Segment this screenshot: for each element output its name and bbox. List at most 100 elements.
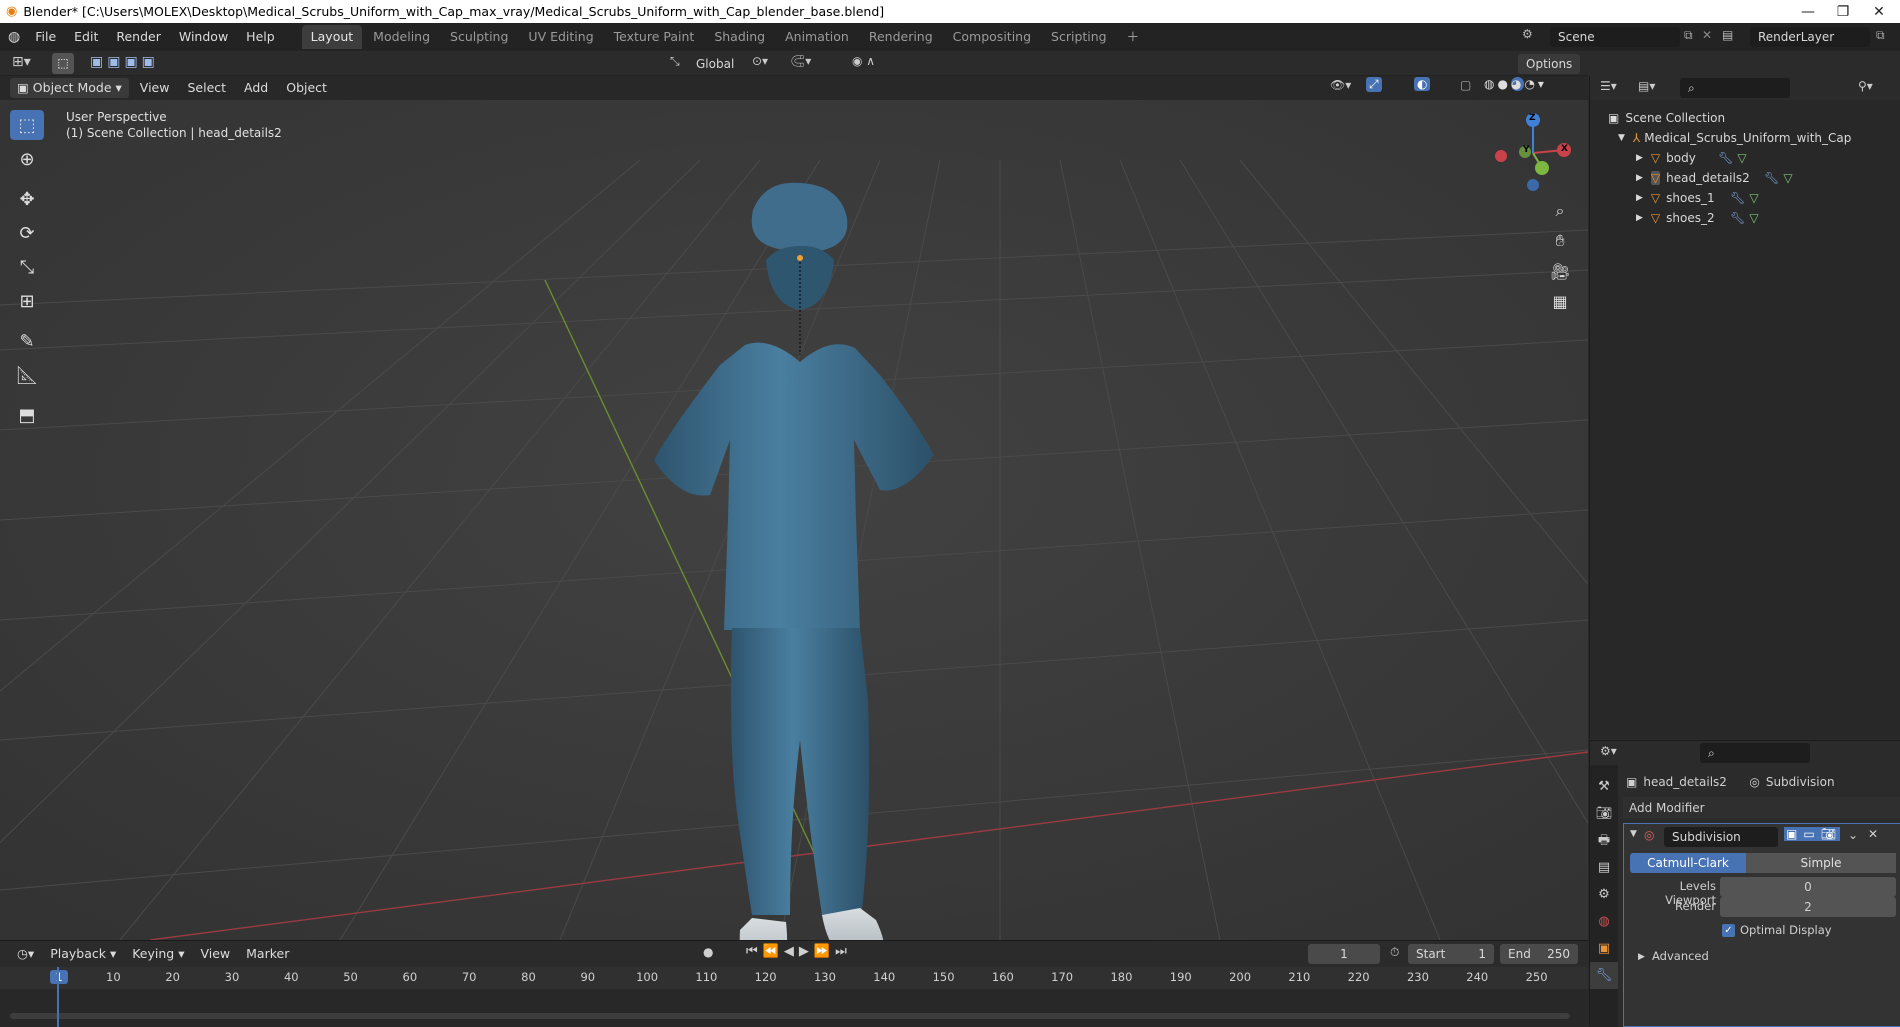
modifier-dropdown-icon[interactable]: ⌄ — [1848, 828, 1858, 842]
tab-scripting[interactable]: Scripting — [1042, 25, 1116, 49]
camera-icon[interactable]: 🎥︎ — [1547, 258, 1573, 284]
menu-window[interactable]: Window — [170, 26, 237, 48]
zoom-icon[interactable]: ⌕ — [1547, 198, 1573, 224]
menu-file[interactable]: File — [26, 26, 65, 48]
menu-edit[interactable]: Edit — [65, 26, 107, 48]
end-frame-field[interactable]: End 250 — [1500, 944, 1578, 964]
transform-orientation-dropdown[interactable]: Global — [688, 54, 744, 74]
proportional-edit-icon[interactable]: ◉ ∧ — [852, 54, 875, 68]
outliner-collection[interactable]: ▼ ⅄ Medical_Scrubs_Uniform_with_Cap — [1590, 128, 1900, 148]
3d-viewport[interactable]: User Perspective (1) Scene Collection | … — [0, 100, 1588, 940]
view-layer-tab-icon[interactable]: ▤ — [1590, 854, 1618, 881]
tab-texture-paint[interactable]: Texture Paint — [605, 25, 704, 49]
optimal-display-checkbox[interactable]: ✓ — [1722, 924, 1735, 937]
render-layer-selector[interactable]: RenderLayer — [1750, 27, 1870, 47]
add-workspace-icon[interactable]: ＋ — [1118, 25, 1149, 49]
rotate-tool-icon[interactable]: ⟳ — [10, 218, 44, 248]
overlay-toggle-icon[interactable]: ◐ — [1414, 77, 1431, 91]
properties-search[interactable]: ⌕ — [1700, 743, 1810, 763]
tab-rendering[interactable]: Rendering — [860, 25, 942, 49]
pivot-icon[interactable]: ⊙▾ — [752, 54, 768, 68]
annotate-tool-icon[interactable]: ✎ — [10, 326, 44, 356]
properties-editor-icon[interactable]: ⚙▾ — [1600, 744, 1617, 758]
outliner-item-body[interactable]: ▶ ▽ body 🔧︎ ▽ — [1590, 148, 1900, 168]
advanced-expand-icon[interactable]: ▶ — [1638, 952, 1645, 962]
options-button[interactable]: Options — [1518, 54, 1580, 74]
scene-tab-icon[interactable]: ⚙ — [1590, 881, 1618, 908]
levels-viewport-field[interactable]: 0 — [1720, 877, 1896, 897]
timeline-editor-icon[interactable]: ◷▾ — [10, 944, 41, 964]
xray-icon[interactable]: ▢ — [1460, 78, 1471, 92]
scene-icon[interactable]: ⚙ — [1522, 27, 1533, 41]
add-modifier-button[interactable]: Add Modifier — [1623, 797, 1900, 819]
display-mode-icon[interactable]: ▤▾ — [1638, 79, 1655, 93]
current-frame-field[interactable]: 1 — [1308, 944, 1380, 964]
tool-tab-icon[interactable]: ⚒ — [1590, 773, 1618, 800]
world-tab-icon[interactable]: ◍ — [1590, 908, 1618, 935]
tab-modeling[interactable]: Modeling — [364, 25, 439, 49]
pan-hand-icon[interactable]: ✋︎ — [1547, 228, 1573, 254]
view-layer-icon[interactable]: ▤ — [1722, 28, 1733, 42]
delete-scene-icon[interactable]: ✕ — [1702, 28, 1712, 42]
object-menu[interactable]: Object — [279, 78, 334, 98]
object-tab-icon[interactable]: ▣ — [1590, 935, 1618, 962]
outliner-item-shoes-1[interactable]: ▶ ▽ shoes_1 🔧︎ ▽ — [1590, 188, 1900, 208]
snap-icon[interactable]: 🧲︎▾ — [790, 54, 811, 68]
modifier-toggle-icons[interactable]: ▣ ▭ 📷︎ — [1784, 827, 1840, 841]
cursor-tool-icon[interactable]: ⊕ — [10, 144, 44, 174]
measure-tool-icon[interactable]: 📐︎ — [10, 360, 44, 390]
playhead-line[interactable] — [57, 967, 59, 1027]
playback-menu[interactable]: Playback ▾ — [43, 944, 123, 964]
close-icon[interactable]: ✕ — [1862, 0, 1896, 23]
timeline-view-menu[interactable]: View — [193, 944, 237, 964]
outliner-editor-icon[interactable]: ☰▾ — [1600, 79, 1617, 93]
render-levels-field[interactable]: 2 — [1720, 897, 1896, 917]
modifier-name-field[interactable]: Subdivision — [1664, 827, 1778, 847]
move-tool-icon[interactable]: ✥ — [10, 184, 44, 214]
outliner-item-shoes-2[interactable]: ▶ ▽ shoes_2 🔧︎ ▽ — [1590, 208, 1900, 228]
tab-compositing[interactable]: Compositing — [944, 25, 1040, 49]
tab-shading[interactable]: Shading — [705, 25, 774, 49]
menu-help[interactable]: Help — [237, 26, 284, 48]
collapse-icon[interactable]: ▼ — [1630, 829, 1637, 839]
perspective-grid-icon[interactable]: ▦ — [1547, 288, 1573, 314]
scale-tool-icon[interactable]: ⤡ — [10, 252, 44, 282]
tab-sculpting[interactable]: Sculpting — [441, 25, 517, 49]
add-cube-tool-icon[interactable]: ⬒ — [10, 400, 44, 430]
catmull-clark-button[interactable]: Catmull-Clark — [1630, 853, 1746, 873]
object-mode-dropdown[interactable]: ▣ Object Mode ▾ — [10, 78, 129, 98]
timeline-scrollbar[interactable] — [10, 1013, 1570, 1019]
selection-mode-icons[interactable]: ▣▣▣▣ — [90, 54, 159, 70]
shading-mode-icons[interactable]: ◍●◕◔▾ — [1484, 77, 1547, 91]
visibility-icon[interactable]: 👁︎▾ — [1330, 78, 1351, 92]
frame-ruler[interactable]: 1102030405060708090100110120130140150160… — [0, 967, 1588, 989]
outliner-item-head-details2[interactable]: ▶ ▽ head_details2 🔧︎ ▽ — [1590, 168, 1900, 188]
gizmo-toggle-icon[interactable]: ⤢ — [1366, 77, 1382, 92]
advanced-section[interactable]: Advanced — [1652, 949, 1709, 963]
blender-menu-icon[interactable]: ◍ — [8, 29, 20, 45]
new-scene-icon[interactable]: ⧉ — [1684, 28, 1693, 43]
render-tab-icon[interactable]: 📷︎ — [1590, 800, 1618, 827]
outliner-scene-collection[interactable]: ▣ Scene Collection — [1590, 108, 1900, 128]
select-box-icon[interactable]: ⬚ — [52, 53, 74, 74]
tab-uv-editing[interactable]: UV Editing — [519, 25, 602, 49]
keying-menu[interactable]: Keying ▾ — [125, 944, 191, 964]
tab-layout[interactable]: Layout — [301, 25, 363, 49]
playback-controls-icons[interactable]: ⏮⏪◀▶⏩⏭ — [746, 944, 852, 959]
maximize-icon[interactable]: ❐ — [1826, 0, 1860, 23]
minimize-icon[interactable]: — — [1791, 0, 1825, 23]
start-frame-field[interactable]: Start 1 — [1408, 944, 1494, 964]
select-menu[interactable]: Select — [180, 78, 233, 98]
use-preview-range-icon[interactable]: ⏱ — [1390, 945, 1399, 960]
select-tool-icon[interactable]: ⬚ — [10, 110, 44, 140]
simple-button[interactable]: Simple — [1746, 853, 1896, 873]
remove-modifier-icon[interactable]: ✕ — [1868, 827, 1878, 841]
outliner-search[interactable]: ⌕ — [1680, 78, 1790, 98]
add-menu[interactable]: Add — [237, 78, 275, 98]
tab-animation[interactable]: Animation — [776, 25, 858, 49]
transform-tool-icon[interactable]: ⊞ — [10, 286, 44, 316]
filter-icon[interactable]: ⚲▾ — [1858, 79, 1873, 93]
modifier-tab-icon[interactable]: 🔧︎ — [1590, 962, 1618, 989]
record-icon[interactable]: ● — [703, 945, 713, 959]
marker-menu[interactable]: Marker — [239, 944, 296, 964]
